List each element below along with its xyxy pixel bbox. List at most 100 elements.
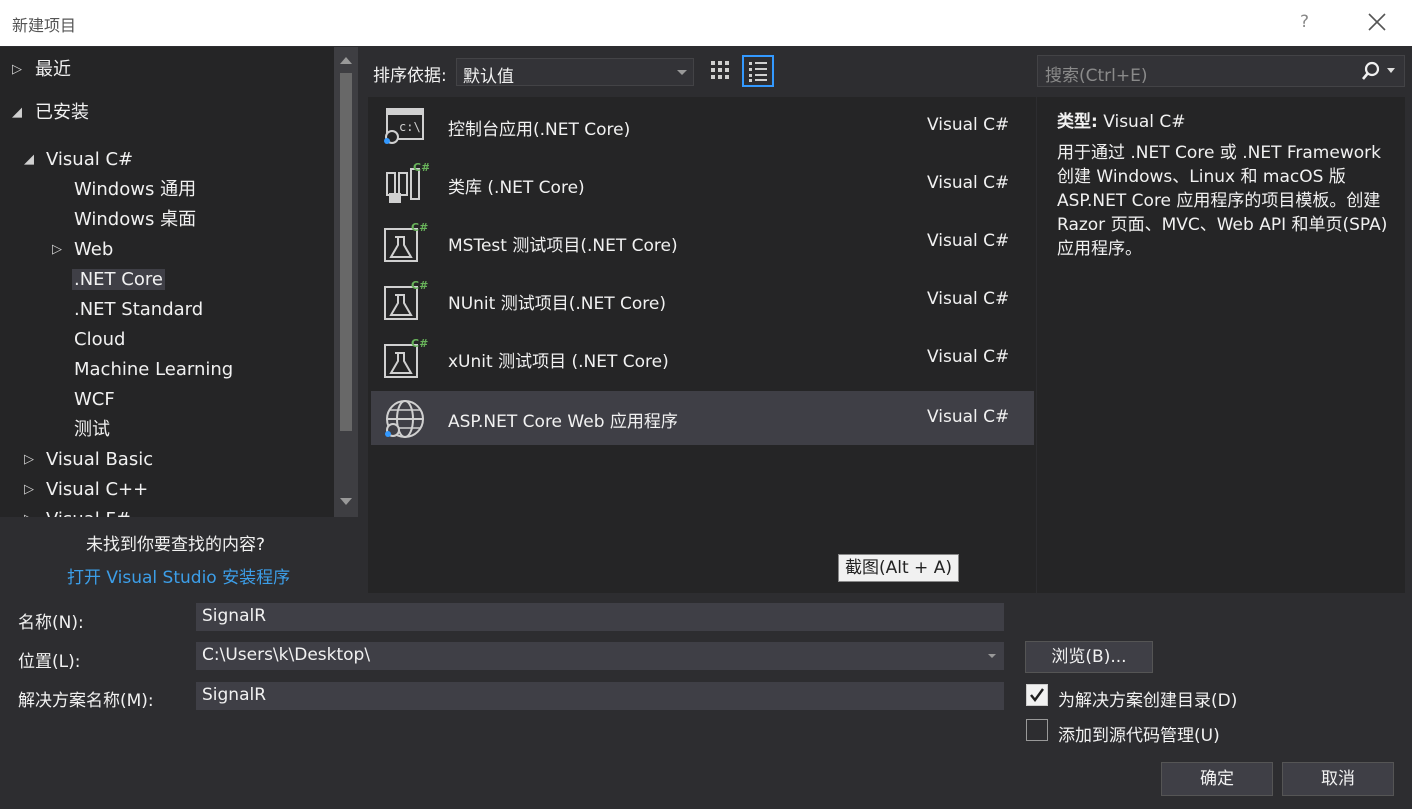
location-value: C:\Users\k\Desktop\ [202, 645, 371, 665]
name-label: 名称(N): [18, 613, 84, 633]
location-combobox[interactable]: C:\Users\k\Desktop\ [196, 642, 1004, 670]
web-app-globe-icon [385, 400, 424, 438]
tree-item-visual-csharp[interactable]: ◢ Visual C# [24, 147, 133, 173]
description-text: 用于通过 .NET Core 或 .NET Framework 创建 Windo… [1057, 143, 1388, 259]
open-installer-link[interactable]: 打开 Visual Studio 安装程序 [67, 563, 290, 588]
ok-button[interactable]: 确定 [1161, 762, 1273, 796]
svg-text:C#: C# [411, 279, 428, 292]
location-label: 位置(L): [18, 652, 81, 672]
console-app-icon: c:\ [384, 108, 424, 144]
search-placeholder: 搜索(Ctrl+E) [1045, 66, 1148, 86]
tree-item-label: Windows 桌面 [74, 209, 197, 230]
expand-arrow-icon[interactable]: ▷ [52, 237, 66, 263]
tree-item-label: Visual C++ [46, 479, 149, 500]
tree-scrollbar[interactable] [334, 47, 358, 517]
tree-item-visual-basic[interactable]: ▷ Visual Basic [24, 447, 153, 473]
search-options-dropdown-icon[interactable] [1387, 68, 1395, 73]
expand-arrow-icon[interactable]: ▷ [24, 477, 38, 503]
project-name-input[interactable]: SignalR [196, 603, 1004, 631]
template-name: MSTest 测试项目(.NET Core) [448, 236, 678, 256]
tree-item-installed[interactable]: ◢ 已安装 [12, 100, 89, 126]
cancel-button[interactable]: 取消 [1282, 762, 1394, 796]
template-name: NUnit 测试项目(.NET Core) [448, 294, 666, 314]
template-item[interactable]: C# MSTest 测试项目(.NET Core) Visual C# [371, 215, 1034, 269]
solution-name-label: 解决方案名称(M): [18, 691, 154, 711]
tree-item-visual-cpp[interactable]: ▷ Visual C++ [24, 477, 148, 503]
tree-item-net-core[interactable]: .NET Core [72, 267, 165, 293]
screenshot-tooltip: 截图(Alt + A) [838, 554, 959, 582]
sort-dropdown[interactable]: 默认值 [456, 58, 694, 87]
tree-item-label: Visual F# [46, 509, 131, 517]
template-item[interactable]: C# NUnit 测试项目(.NET Core) Visual C# [371, 273, 1034, 327]
tree-item-wcf[interactable]: WCF [74, 387, 115, 413]
svg-text:C#: C# [413, 163, 429, 174]
scrollbar-thumb[interactable] [340, 73, 352, 431]
tree-item-label: 测试 [74, 419, 110, 440]
tree-item-label: 已安装 [35, 102, 89, 123]
svg-text:C#: C# [411, 221, 428, 234]
expand-arrow-icon[interactable]: ▷ [24, 507, 38, 517]
tree-item-web[interactable]: ▷ Web [52, 237, 113, 263]
template-language: Visual C# [927, 231, 1010, 251]
template-item[interactable]: c:\ 控制台应用(.NET Core) Visual C# [371, 99, 1034, 153]
not-found-text: 未找到你要查找的内容? [86, 535, 266, 555]
project-name-value: SignalR [202, 606, 267, 626]
test-project-icon: C# [384, 337, 428, 378]
template-item[interactable]: C# xUnit 测试项目 (.NET Core) Visual C# [371, 331, 1034, 385]
dropdown-arrow-icon[interactable] [988, 654, 996, 658]
search-icon[interactable] [1360, 60, 1382, 82]
search-box[interactable]: 搜索(Ctrl+E) [1037, 55, 1405, 87]
solution-name-input[interactable]: SignalR [196, 682, 1004, 710]
template-name: xUnit 测试项目 (.NET Core) [448, 352, 669, 372]
close-icon[interactable] [1366, 11, 1388, 33]
small-icons-view-button[interactable] [706, 55, 738, 87]
template-language: Visual C# [927, 173, 1010, 193]
category-tree: ▷ 最近 ◢ 已安装 ◢ Visual C# Windows 通用 Window… [0, 47, 358, 517]
template-language: Visual C# [927, 407, 1010, 427]
help-button[interactable]: ? [1300, 12, 1309, 32]
tree-item-machine-learning[interactable]: Machine Learning [74, 357, 233, 383]
tree-item-windows-desktop[interactable]: Windows 桌面 [74, 207, 196, 233]
class-library-icon: C# [386, 163, 429, 203]
title-bar: 新建项目 ? [0, 0, 1412, 46]
sort-value: 默认值 [463, 67, 514, 87]
tree-item-net-standard[interactable]: .NET Standard [74, 297, 203, 323]
tree-item-visual-fsharp[interactable]: ▷ Visual F# [24, 507, 131, 517]
tree-item-cloud[interactable]: Cloud [74, 327, 125, 353]
expand-arrow-icon[interactable]: ▷ [24, 447, 38, 473]
create-directory-checkbox[interactable] [1026, 684, 1048, 706]
tree-item-label: Visual Basic [46, 449, 154, 470]
list-view-icon [749, 62, 767, 82]
expand-arrow-icon[interactable]: ▷ [12, 57, 26, 83]
checkmark-icon [1030, 688, 1044, 702]
list-view-button[interactable] [742, 55, 774, 87]
collapse-arrow-icon[interactable]: ◢ [12, 100, 26, 126]
create-directory-label[interactable]: 为解决方案创建目录(D) [1058, 686, 1237, 711]
template-item-selected[interactable]: ASP.NET Core Web 应用程序 Visual C# [371, 391, 1034, 445]
add-source-control-checkbox[interactable] [1026, 719, 1048, 741]
template-name: 类库 (.NET Core) [448, 178, 585, 198]
browse-button[interactable]: 浏览(B)... [1025, 641, 1153, 673]
svg-text:C#: C# [411, 337, 428, 350]
tree-item-test[interactable]: 测试 [74, 417, 110, 443]
template-item[interactable]: C# 类库 (.NET Core) Visual C# [371, 157, 1034, 211]
sort-label: 排序依据: [373, 66, 447, 86]
tree-item-recent[interactable]: ▷ 最近 [12, 57, 71, 83]
template-list: c:\ 控制台应用(.NET Core) Visual C# C# 类库 (.N… [368, 97, 1036, 593]
tree-item-label: Visual C# [46, 149, 134, 170]
template-type: 类型: Visual C# [1057, 107, 1186, 132]
template-name: ASP.NET Core Web 应用程序 [448, 412, 678, 432]
tree-item-label: Windows 通用 [74, 179, 197, 200]
collapse-arrow-icon[interactable]: ◢ [24, 147, 38, 173]
test-project-icon: C# [384, 221, 428, 262]
scroll-up-arrow-icon[interactable] [340, 57, 352, 64]
tree-item-label: 最近 [35, 59, 71, 80]
add-source-control-label[interactable]: 添加到源代码管理(U) [1058, 721, 1220, 746]
grid-view-icon [711, 61, 729, 79]
tree-item-label: WCF [74, 389, 115, 410]
template-name: 控制台应用(.NET Core) [448, 120, 631, 140]
test-project-icon: C# [384, 279, 428, 320]
tree-item-windows-universal[interactable]: Windows 通用 [74, 177, 196, 203]
tree-item-label: Machine Learning [74, 359, 234, 380]
scroll-down-arrow-icon[interactable] [340, 498, 352, 505]
